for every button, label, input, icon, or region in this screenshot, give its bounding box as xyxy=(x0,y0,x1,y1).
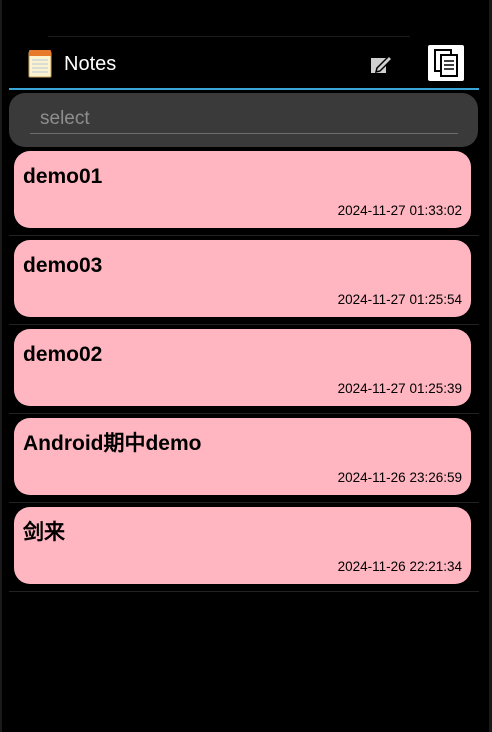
action-bar: Notes xyxy=(9,38,479,90)
note-timestamp: 2024-11-27 01:25:54 xyxy=(337,292,462,307)
list-item[interactable]: demo02 2024-11-27 01:25:39 xyxy=(9,325,479,414)
note-card[interactable]: demo02 2024-11-27 01:25:39 xyxy=(14,329,471,406)
list-item[interactable]: demo03 2024-11-27 01:25:54 xyxy=(9,236,479,325)
note-list: demo01 2024-11-27 01:33:02 demo03 2024-1… xyxy=(9,147,479,592)
note-timestamp: 2024-11-26 23:26:59 xyxy=(337,470,462,485)
copy-icon[interactable] xyxy=(428,45,464,81)
notepad-icon xyxy=(28,49,52,78)
left-edge xyxy=(0,0,2,732)
note-card[interactable]: 剑来 2024-11-26 22:21:34 xyxy=(14,507,471,584)
search-box xyxy=(9,93,478,147)
note-title: demo03 xyxy=(23,254,103,277)
note-card[interactable]: demo03 2024-11-27 01:25:54 xyxy=(14,240,471,317)
note-timestamp: 2024-11-27 01:33:02 xyxy=(337,203,462,218)
note-timestamp: 2024-11-27 01:25:39 xyxy=(337,381,462,396)
list-item[interactable]: Android期中demo 2024-11-26 23:26:59 xyxy=(9,414,479,503)
search-input[interactable] xyxy=(30,106,478,132)
list-item[interactable]: demo01 2024-11-27 01:33:02 xyxy=(9,147,479,236)
notes-screen: Notes demo01 2024-11-27 01:33:02 xyxy=(0,0,492,732)
note-timestamp: 2024-11-26 22:21:34 xyxy=(337,559,462,574)
note-title: demo01 xyxy=(23,165,103,188)
note-card[interactable]: demo01 2024-11-27 01:33:02 xyxy=(14,151,471,228)
search-underline xyxy=(30,133,458,134)
list-item[interactable]: 剑来 2024-11-26 22:21:34 xyxy=(9,503,479,592)
row-divider xyxy=(9,591,479,592)
edit-icon[interactable] xyxy=(367,50,395,78)
note-title: 剑来 xyxy=(23,521,65,544)
status-divider xyxy=(48,36,410,37)
note-title: Android期中demo xyxy=(23,432,202,455)
app-title: Notes xyxy=(64,53,117,75)
note-title: demo02 xyxy=(23,343,103,366)
action-bar-underline xyxy=(9,88,479,90)
note-card[interactable]: Android期中demo 2024-11-26 23:26:59 xyxy=(14,418,471,495)
